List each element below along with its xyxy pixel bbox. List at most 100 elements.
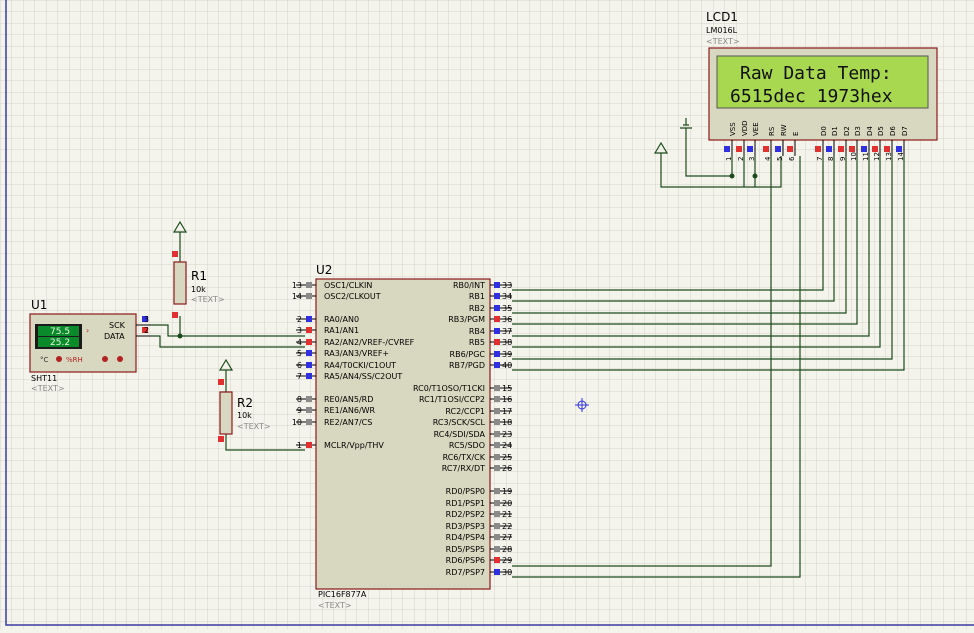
lcd-pin-label: D7	[901, 126, 909, 136]
mcu-pin-label: RA4/T0CKI/C1OUT	[324, 361, 396, 370]
lcd-pin-label: D2	[843, 126, 851, 136]
mcu-pin-number: 2	[297, 315, 302, 324]
lcd-pin-label: VSS	[729, 122, 737, 136]
lcd-pin-number: 9	[839, 157, 847, 161]
mcu-pin-label: RE1/AN6/WR	[324, 406, 376, 415]
mcu-pin-number: 8	[297, 395, 302, 404]
mcu-pin-27[interactable]: 27 RD4/PSP4	[446, 533, 513, 542]
mcu-pin-29[interactable]: 29 RD6/PSP6	[446, 556, 513, 565]
lcd-pin-label: D0	[820, 126, 828, 136]
mcu-pin-label: RD0/PSP0	[446, 487, 485, 496]
lcd-pin-number: 13	[885, 152, 893, 161]
sensor-button-icon	[56, 356, 62, 362]
mcu-pin-number: 14	[292, 292, 302, 301]
mcu-pin-number: 21	[502, 510, 512, 519]
mcu-pin-36[interactable]: 36 RB3/PGM	[448, 315, 512, 324]
sensor-part: SHT11	[31, 374, 57, 383]
mcu-pin-number: 13	[292, 281, 302, 290]
lcd-pin-number: 14	[897, 152, 905, 161]
schematic-canvas[interactable]: U2 PIC16F877A <TEXT> 13 OSC1/CLKIN 14 OSC2/…	[0, 0, 974, 629]
mcu-pin-label: RC5/SDO	[449, 441, 485, 450]
mcu-pin-label: RD1/PSP1	[446, 499, 485, 508]
mcu-pin-label: RD6/PSP6	[446, 556, 485, 565]
mcu-pin-label: RA5/AN4/SS/C2OUT	[324, 372, 402, 381]
mcu-pin-label: MCLR/Vpp/THV	[324, 441, 384, 450]
sensor-button-icon	[117, 356, 123, 362]
r2-tag: <TEXT>	[237, 422, 271, 431]
r2-value: 10k	[237, 411, 252, 420]
mcu-pin-22[interactable]: 22 RD3/PSP3	[446, 522, 513, 531]
mcu-pin-number: 35	[502, 304, 512, 313]
mcu-pin-label: RC2/CCP1	[445, 407, 485, 416]
mcu-pin-number: 33	[502, 281, 512, 290]
mcu-pin-label: RB5	[469, 338, 485, 347]
mcu-pin-number: 24	[502, 441, 512, 450]
sensor-arrow-icon: ›	[86, 326, 89, 335]
mcu-pin-number: 28	[502, 545, 512, 554]
sensor-units-c: °C	[40, 356, 49, 364]
mcu-pin-number: 37	[502, 327, 512, 336]
mcu-pin-number: 34	[502, 292, 512, 301]
lcd-pin-label: D5	[877, 126, 885, 136]
mcu-pin-label: RC4/SDI/SDA	[434, 430, 486, 439]
mcu-pin-number: 23	[502, 430, 512, 439]
sensor-sck-label: SCK	[109, 321, 126, 330]
mcu-pin-number: 27	[502, 533, 512, 542]
mcu-pin-number: 9	[297, 406, 302, 415]
sensor-humidity: 25.2	[50, 338, 70, 348]
mcu-pin-39[interactable]: 39 RB6/PGC	[450, 350, 513, 359]
mcu-pin-24[interactable]: 24 RC5/SDO	[449, 441, 512, 450]
mcu-pin-number: 39	[502, 350, 512, 359]
mcu-pin-number: 20	[502, 499, 512, 508]
mcu-pin-28[interactable]: 28 RD5/PSP5	[446, 545, 513, 554]
lcd-pin-label: E	[792, 132, 800, 136]
lcd-pin-number: 6	[788, 156, 796, 161]
mcu-pin-number: 26	[502, 464, 512, 473]
lcd-tag: <TEXT>	[706, 37, 740, 46]
mcu-pin-17[interactable]: 17 RC2/CCP1	[445, 407, 512, 416]
mcu-pin-label: RB7/PGD	[449, 361, 485, 370]
lcd-pin-label: RS	[768, 126, 776, 136]
mcu-pin-label: RA1/AN1	[324, 326, 359, 335]
mcu-pin-25[interactable]: 25 RC6/TX/CK	[443, 453, 513, 462]
sensor-data-label: DATA	[104, 332, 125, 341]
mcu-pin-label: RB4	[469, 327, 485, 336]
r1-value: 10k	[191, 285, 206, 294]
lcd-pin-label: VDD	[741, 120, 749, 136]
mcu-pin-label: RC6/TX/CK	[443, 453, 486, 462]
mcu-pin-21[interactable]: 21 RD2/PSP2	[446, 510, 513, 519]
mcu-pin-label: RA3/AN3/VREF+	[324, 349, 389, 358]
mcu-pin-26[interactable]: 26 RC7/RX/DT	[442, 464, 513, 473]
lcd-pin-number: 8	[827, 157, 835, 161]
mcu-pin-number: 15	[502, 384, 512, 393]
r2-ref: R2	[237, 396, 253, 410]
lcd-pin-number: 7	[816, 157, 824, 161]
mcu-pin-label: RD5/PSP5	[446, 545, 485, 554]
mcu-pin-number: 40	[502, 361, 512, 370]
mcu-pin-33[interactable]: 33 RB0/INT	[453, 281, 512, 290]
mcu-pin-number: 25	[502, 453, 512, 462]
mcu-pin-20[interactable]: 20 RD1/PSP1	[446, 499, 513, 508]
mcu-pin-30[interactable]: 30 RD7/PSP7	[446, 568, 513, 577]
mcu-tag: <TEXT>	[318, 601, 352, 610]
mcu-pin-number: 3	[297, 326, 302, 335]
mcu-pin-label: RB6/PGC	[450, 350, 486, 359]
lcd-pin-label: VEE	[752, 122, 760, 136]
lcd-pin-label: D4	[866, 126, 874, 136]
mcu-pin-40[interactable]: 40 RB7/PGD	[449, 361, 512, 370]
mcu-pin-label: RC0/T1OSO/T1CKI	[413, 384, 485, 393]
mcu-pin-label: RA0/AN0	[324, 315, 359, 324]
mcu-pin-number: 30	[502, 568, 512, 577]
mcu-pin-number: 6	[297, 361, 302, 370]
mcu-pin-19[interactable]: 19 RD0/PSP0	[446, 487, 513, 496]
lcd-pin-number: 4	[764, 156, 772, 161]
lcd-pin-label: D6	[889, 126, 897, 136]
mcu-pin-number: 38	[502, 338, 512, 347]
lcd-line-1: Raw Data Temp:	[740, 63, 892, 84]
mcu-pin-number: 19	[502, 487, 512, 496]
lcd-pin-number: 5	[776, 157, 784, 161]
pic16f877a-chip[interactable]: U2 PIC16F877A <TEXT> 13 OSC1/CLKIN14 OSC2/…	[292, 263, 512, 610]
mcu-pin-label: RB2	[469, 304, 485, 313]
lcd-pin-number: 11	[862, 152, 870, 161]
mcu-pin-label: RA2/AN2/VREF-/CVREF	[324, 338, 415, 347]
